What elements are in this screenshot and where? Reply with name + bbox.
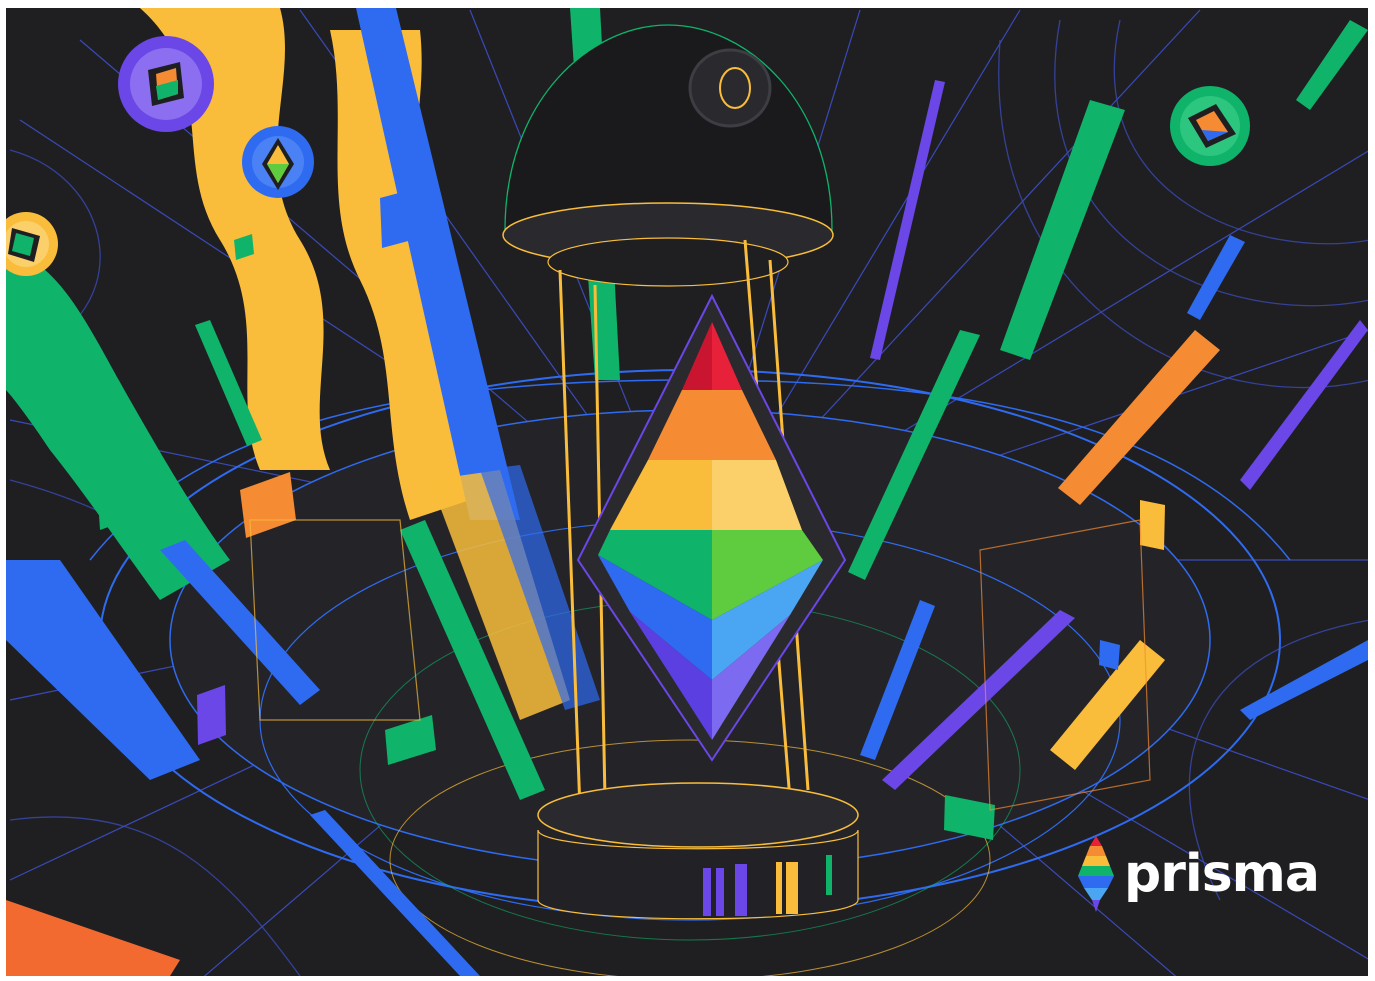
coin-token-blue	[242, 126, 314, 198]
coin-token-purple	[118, 36, 214, 132]
base-ring	[537, 782, 859, 848]
prisma-logo: prisma	[1078, 836, 1320, 912]
brand-name: prisma	[1124, 844, 1320, 904]
illustration-canvas	[0, 0, 1375, 981]
rainbow-diamond-icon	[1078, 836, 1114, 912]
dome-porthole	[688, 48, 772, 128]
coin-token-green	[1170, 86, 1250, 166]
